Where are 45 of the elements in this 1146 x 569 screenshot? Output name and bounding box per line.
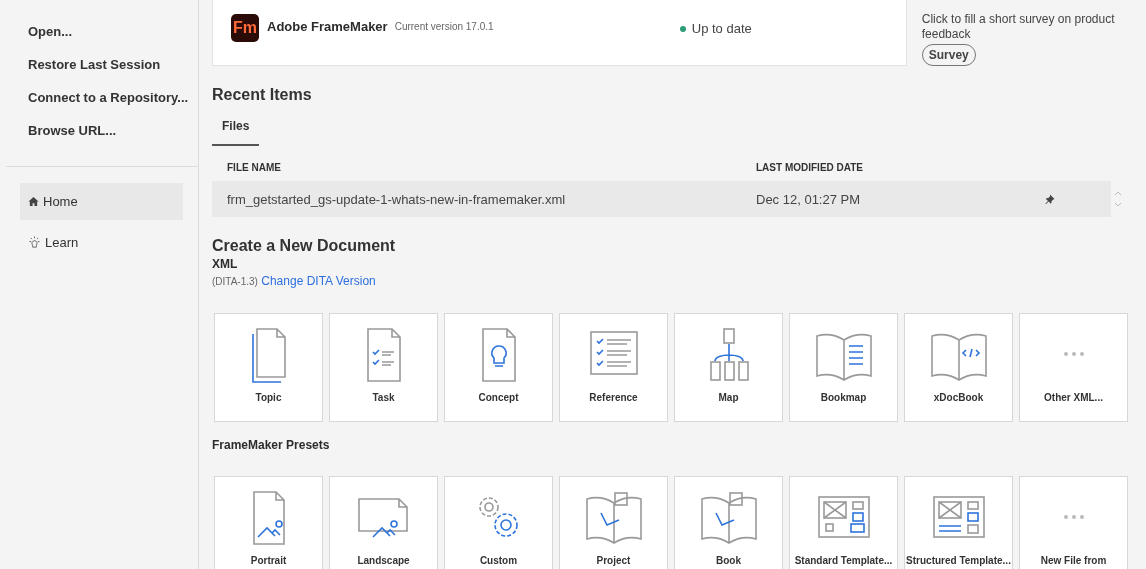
document-type-tile[interactable]: Concept (444, 313, 553, 422)
home-icon (28, 196, 39, 207)
document-type-tile[interactable]: New File from (1019, 476, 1128, 569)
subsection-title: XML (212, 257, 239, 271)
section-title: Create a New Document (212, 237, 397, 255)
document-type-tile[interactable]: Task (329, 313, 438, 422)
status-text: Up to date (691, 21, 752, 36)
sidebar-action[interactable]: Restore Last Session (28, 53, 161, 76)
nav-item[interactable]: Home (20, 183, 183, 220)
change-version-link[interactable]: Change DITA Version (261, 274, 376, 288)
sidebar-action[interactable]: Browse URL... (28, 119, 117, 142)
document-type-tile[interactable]: xDocBook (904, 313, 1013, 422)
subsection-title: FrameMaker Presets (212, 438, 331, 452)
document-type-tile[interactable]: Book (674, 476, 783, 569)
document-type-tile[interactable]: Other XML... (1019, 313, 1128, 422)
file-row[interactable]: frm_getstarted_gs-update-1-whats-new-in-framemaker.xml Dec 12, 01:27 PM (212, 181, 1111, 217)
sidebar-action[interactable]: Connect to a Repository... (28, 86, 189, 109)
document-type-tile[interactable]: Map (674, 313, 783, 422)
document-type-tile[interactable]: Topic (214, 313, 323, 422)
document-type-tile[interactable]: Portrait (214, 476, 323, 569)
file-name: frm_getstarted_gs-update-1-whats-new-in-framemaker.xml (227, 191, 567, 207)
section-title: Recent Items (212, 86, 313, 104)
column-header: LAST MODIFIED DATE (756, 162, 865, 173)
tab[interactable]: Files (212, 112, 260, 146)
version-text: Current version 17.0.1 (394, 21, 494, 32)
app-logo: Fm (231, 14, 259, 42)
dita-version: (DITA-1.3) (212, 276, 258, 287)
pin-icon[interactable] (1045, 194, 1055, 204)
document-type-tile[interactable]: Project (559, 476, 668, 569)
document-type-tile[interactable]: Landscape (329, 476, 438, 569)
document-type-tile[interactable]: Standard Template... (789, 476, 898, 569)
column-header: FILE NAME (227, 162, 282, 173)
document-type-tile[interactable]: Bookmap (789, 313, 898, 422)
document-type-tile[interactable]: Reference (559, 313, 668, 422)
sidebar-action[interactable]: Open... (28, 20, 73, 43)
lightbulb-icon (28, 236, 41, 249)
product-name: Adobe FrameMaker (267, 19, 388, 34)
nav-item[interactable]: Learn (20, 224, 183, 261)
more-icon (1062, 351, 1085, 357)
document-type-tile[interactable]: Custom (444, 476, 553, 569)
status-dot (679, 26, 686, 32)
survey-text: Click to fill a short survey on product feedback (921, 12, 1116, 42)
more-icon (1062, 514, 1085, 520)
document-type-tile[interactable]: Structured Template... (904, 476, 1013, 569)
modified-date: Dec 12, 01:27 PM (756, 191, 862, 207)
